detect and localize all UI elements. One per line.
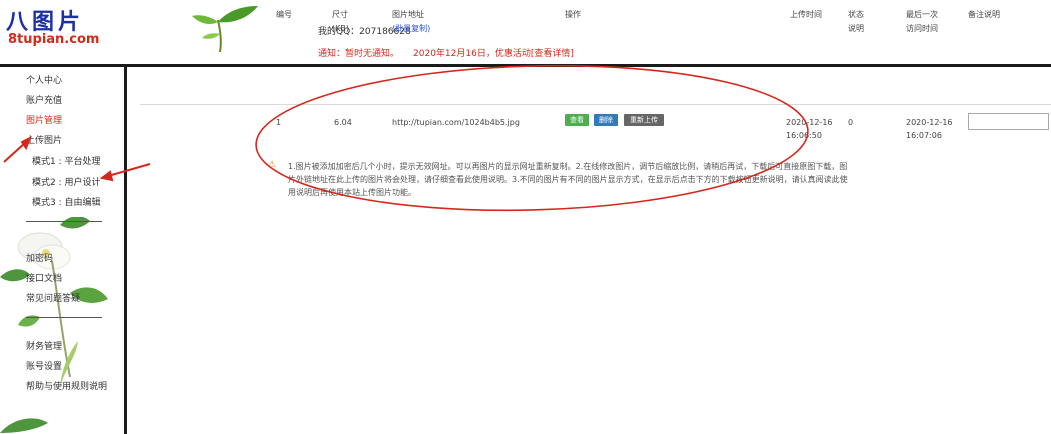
header: 八图片 8tupian.com 我的QQ：207186628 通知：暂时无通知。… [0, 0, 1051, 62]
delete-button[interactable]: 删除 [594, 114, 618, 126]
notice-text: 通知：暂时无通知。 [318, 49, 400, 59]
sidebar-item-account[interactable]: 账号设置 [26, 359, 62, 372]
column-header-note: 备注说明 [968, 10, 1000, 19]
sidebar-item-mode1[interactable]: 模式1 : 平台处理 [32, 154, 100, 167]
column-header-upload-time: 上传时间 [790, 10, 822, 19]
row-last-visit: 2020-12-16 16:07:06 [906, 118, 953, 140]
row-index: 1 [276, 118, 282, 127]
sidebar-item-upload[interactable]: 上传图片 [26, 133, 62, 146]
sidebar-flower-decoration [0, 217, 108, 433]
sidebar-item-mode3[interactable]: 模式3 : 自由编辑 [32, 195, 100, 208]
sidebar-item-api-docs[interactable]: 接口文档 [26, 271, 62, 284]
row-upload-time: 2020-12-16 16:06:50 [786, 118, 833, 140]
batch-copy-link[interactable]: (批量复制) [392, 22, 430, 36]
sidebar-divider [124, 64, 127, 434]
sidebar: 个人中心 账户充值 图片管理 上传图片 模式1 : 平台处理 模式2 : 用户设… [0, 67, 124, 434]
column-header-status-label: 状态 [848, 10, 864, 19]
column-header-size: 尺寸 (KB) [332, 8, 349, 36]
view-button[interactable]: 查看 [565, 114, 589, 126]
column-header-size-label: 尺寸 [332, 10, 348, 19]
column-header-actions: 操作 [565, 10, 581, 19]
sidebar-item-encrypt[interactable]: 加密码 [26, 251, 53, 264]
column-header-url-label: 图片地址 [392, 10, 424, 19]
column-header-last-visit: 最后一次 访问时间 [906, 8, 938, 36]
sidebar-item-recharge[interactable]: 账户充值 [26, 93, 62, 106]
sidebar-item-help[interactable]: 帮助与使用规则说明 [26, 379, 107, 392]
column-header-index: 编号 [276, 10, 292, 19]
sidebar-divider-2 [26, 317, 102, 318]
notice-detail-link[interactable]: [查看详情] [531, 49, 574, 59]
sidebar-item-profile[interactable]: 个人中心 [26, 73, 62, 86]
row-status: 0 [848, 118, 854, 127]
row-url[interactable]: http://tupian.com/1024b4b5.jpg [392, 116, 520, 129]
row-size: 6.04 [334, 118, 352, 127]
notice-bar: 通知：暂时无通知。 2020年12月16日，优惠活动[查看详情] [318, 46, 574, 59]
sidebar-item-mode2[interactable]: 模式2 : 用户设计 [32, 175, 100, 188]
notice-date-text: 2020年12月16日，优惠活动 [413, 49, 531, 59]
header-row-divider [140, 104, 1051, 105]
logo-url: 8tupian.com [8, 32, 100, 47]
info-icon: ⚠ [268, 160, 277, 170]
tea-leaf-illustration [192, 6, 258, 53]
sidebar-divider-1 [26, 221, 102, 222]
sidebar-item-finance[interactable]: 财务管理 [26, 339, 62, 352]
sidebar-item-image-manage[interactable]: 图片管理 [26, 113, 62, 126]
column-header-url: 图片地址 (批量复制) [392, 8, 430, 36]
site-logo[interactable]: 八图片 8tupian.com [6, 4, 156, 54]
column-header-status-sub: 说明 [848, 24, 864, 33]
note-input[interactable] [968, 113, 1049, 130]
sidebar-item-faq[interactable]: 常见问题答疑 [26, 291, 80, 304]
column-header-last-visit-sub: 访问时间 [906, 24, 938, 33]
column-header-size-unit: (KB) [332, 24, 349, 33]
usage-explanation: 1.图片被添加加密后几个小时，提示无效网址。可以再图片的显示网址重新复制。2.在… [288, 162, 848, 197]
column-header-last-visit-label: 最后一次 [906, 10, 938, 19]
reupload-button[interactable]: 重新上传 [624, 114, 664, 126]
column-header-status: 状态 说明 [848, 8, 864, 36]
header-divider [0, 64, 1051, 67]
